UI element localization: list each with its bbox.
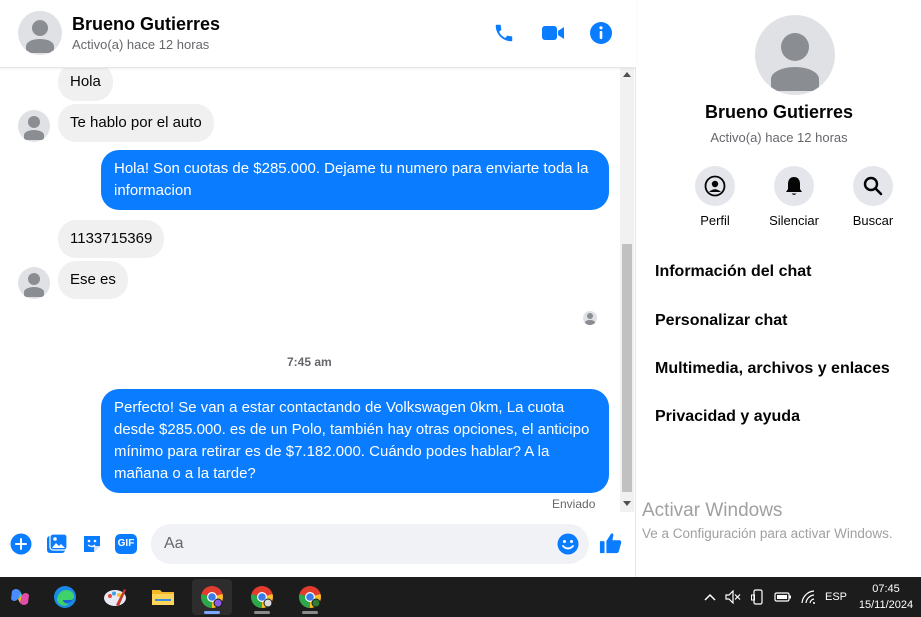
mute-action[interactable]: Silenciar bbox=[754, 166, 834, 228]
input-language[interactable]: ESP bbox=[824, 589, 848, 605]
chat-header: Brueno Gutierres Activo(a) hace 12 horas bbox=[0, 0, 636, 68]
system-clock[interactable]: 07:45 15/11/2024 bbox=[852, 581, 920, 613]
menu-privacy-support[interactable]: Privacidad y ayuda bbox=[655, 408, 800, 426]
info-contact-status: Activo(a) hace 12 horas bbox=[710, 130, 848, 145]
profile-icon[interactable] bbox=[695, 166, 735, 206]
profile-avatar-large[interactable] bbox=[755, 15, 835, 95]
emoji-icon[interactable] bbox=[556, 532, 580, 556]
chrome-profile-3-icon[interactable] bbox=[290, 579, 330, 615]
mute-label: Silenciar bbox=[769, 213, 819, 228]
sender-avatar bbox=[18, 267, 50, 299]
clock-time: 07:45 bbox=[872, 583, 900, 595]
plus-icon[interactable] bbox=[9, 532, 33, 556]
activation-watermark-title: Activar Windows bbox=[642, 500, 783, 521]
clock-date: 15/11/2024 bbox=[858, 599, 914, 611]
menu-chat-info[interactable]: Información del chat bbox=[655, 263, 811, 281]
sticker-icon[interactable] bbox=[80, 532, 104, 556]
info-contact-name: Brueno Gutierres bbox=[704, 102, 854, 122]
incoming-message[interactable]: Hola bbox=[58, 68, 113, 101]
chrome-profile-2-icon[interactable] bbox=[242, 579, 282, 615]
message-timestamp: 7:45 am bbox=[287, 355, 332, 369]
like-thumb-icon[interactable] bbox=[599, 531, 623, 555]
copilot-icon[interactable] bbox=[0, 579, 40, 615]
battery-icon[interactable] bbox=[774, 589, 792, 605]
file-explorer-icon[interactable] bbox=[143, 579, 183, 615]
scroll-down-arrow[interactable] bbox=[623, 501, 631, 506]
running-app-indicator bbox=[302, 611, 318, 614]
profile-action[interactable]: Perfil bbox=[675, 166, 755, 228]
chrome-profile-1-icon[interactable] bbox=[192, 579, 232, 615]
message-list[interactable]: Hola Te hablo por el auto Hola! Son cuot… bbox=[0, 68, 620, 512]
info-icon[interactable] bbox=[588, 20, 614, 46]
composer: GIF bbox=[0, 518, 636, 574]
scroll-thumb[interactable] bbox=[622, 244, 632, 492]
menu-customize-chat[interactable]: Personalizar chat bbox=[655, 312, 788, 330]
wifi-icon[interactable] bbox=[799, 589, 817, 605]
conversation-info-panel: Brueno Gutierres Activo(a) hace 12 horas… bbox=[637, 0, 921, 577]
incoming-message[interactable]: Ese es bbox=[58, 261, 128, 299]
paint-icon[interactable] bbox=[95, 579, 135, 615]
messenger-window: Brueno Gutierres Activo(a) hace 12 horas… bbox=[0, 0, 921, 617]
video-call-icon[interactable] bbox=[540, 20, 566, 46]
scroll-up-arrow[interactable] bbox=[623, 72, 631, 77]
windows-taskbar: ESP 07:45 15/11/2024 bbox=[0, 577, 921, 617]
contact-name[interactable]: Brueno Gutierres bbox=[72, 14, 220, 35]
active-app-indicator bbox=[204, 611, 220, 614]
contact-status: Activo(a) hace 12 horas bbox=[72, 37, 210, 52]
message-scrollbar[interactable] bbox=[620, 68, 634, 512]
search-label: Buscar bbox=[852, 213, 894, 228]
gif-label: GIF bbox=[117, 538, 135, 549]
message-input[interactable] bbox=[151, 524, 589, 564]
contact-avatar[interactable] bbox=[18, 11, 62, 55]
chevron-up-icon[interactable] bbox=[701, 589, 719, 605]
volume-muted-icon[interactable] bbox=[724, 589, 742, 605]
read-receipt-avatar bbox=[583, 311, 597, 325]
image-icon[interactable] bbox=[45, 532, 69, 556]
chat-pane: Brueno Gutierres Activo(a) hace 12 horas… bbox=[0, 0, 636, 577]
search-action[interactable]: Buscar bbox=[833, 166, 913, 228]
bell-icon[interactable] bbox=[774, 166, 814, 206]
profile-label: Perfil bbox=[700, 213, 730, 228]
sender-avatar bbox=[18, 110, 50, 142]
activation-watermark-subtitle: Ve a Configuración para activar Windows. bbox=[642, 526, 893, 541]
search-icon[interactable] bbox=[853, 166, 893, 206]
incoming-message[interactable]: 1133715369 bbox=[58, 220, 165, 258]
edge-browser-icon[interactable] bbox=[45, 579, 85, 615]
incoming-message[interactable]: Te hablo por el auto bbox=[58, 104, 214, 142]
gif-icon[interactable]: GIF bbox=[114, 532, 138, 556]
running-app-indicator bbox=[254, 611, 270, 614]
outgoing-message[interactable]: Perfecto! Se van a estar contactando de … bbox=[101, 389, 609, 493]
mobile-device-icon[interactable] bbox=[749, 589, 767, 605]
outgoing-message[interactable]: Hola! Son cuotas de $285.000. Dejame tu … bbox=[101, 150, 609, 210]
delivery-status: Enviado bbox=[552, 497, 596, 511]
phone-icon[interactable] bbox=[491, 20, 517, 46]
menu-media-files-links[interactable]: Multimedia, archivos y enlaces bbox=[655, 360, 890, 378]
